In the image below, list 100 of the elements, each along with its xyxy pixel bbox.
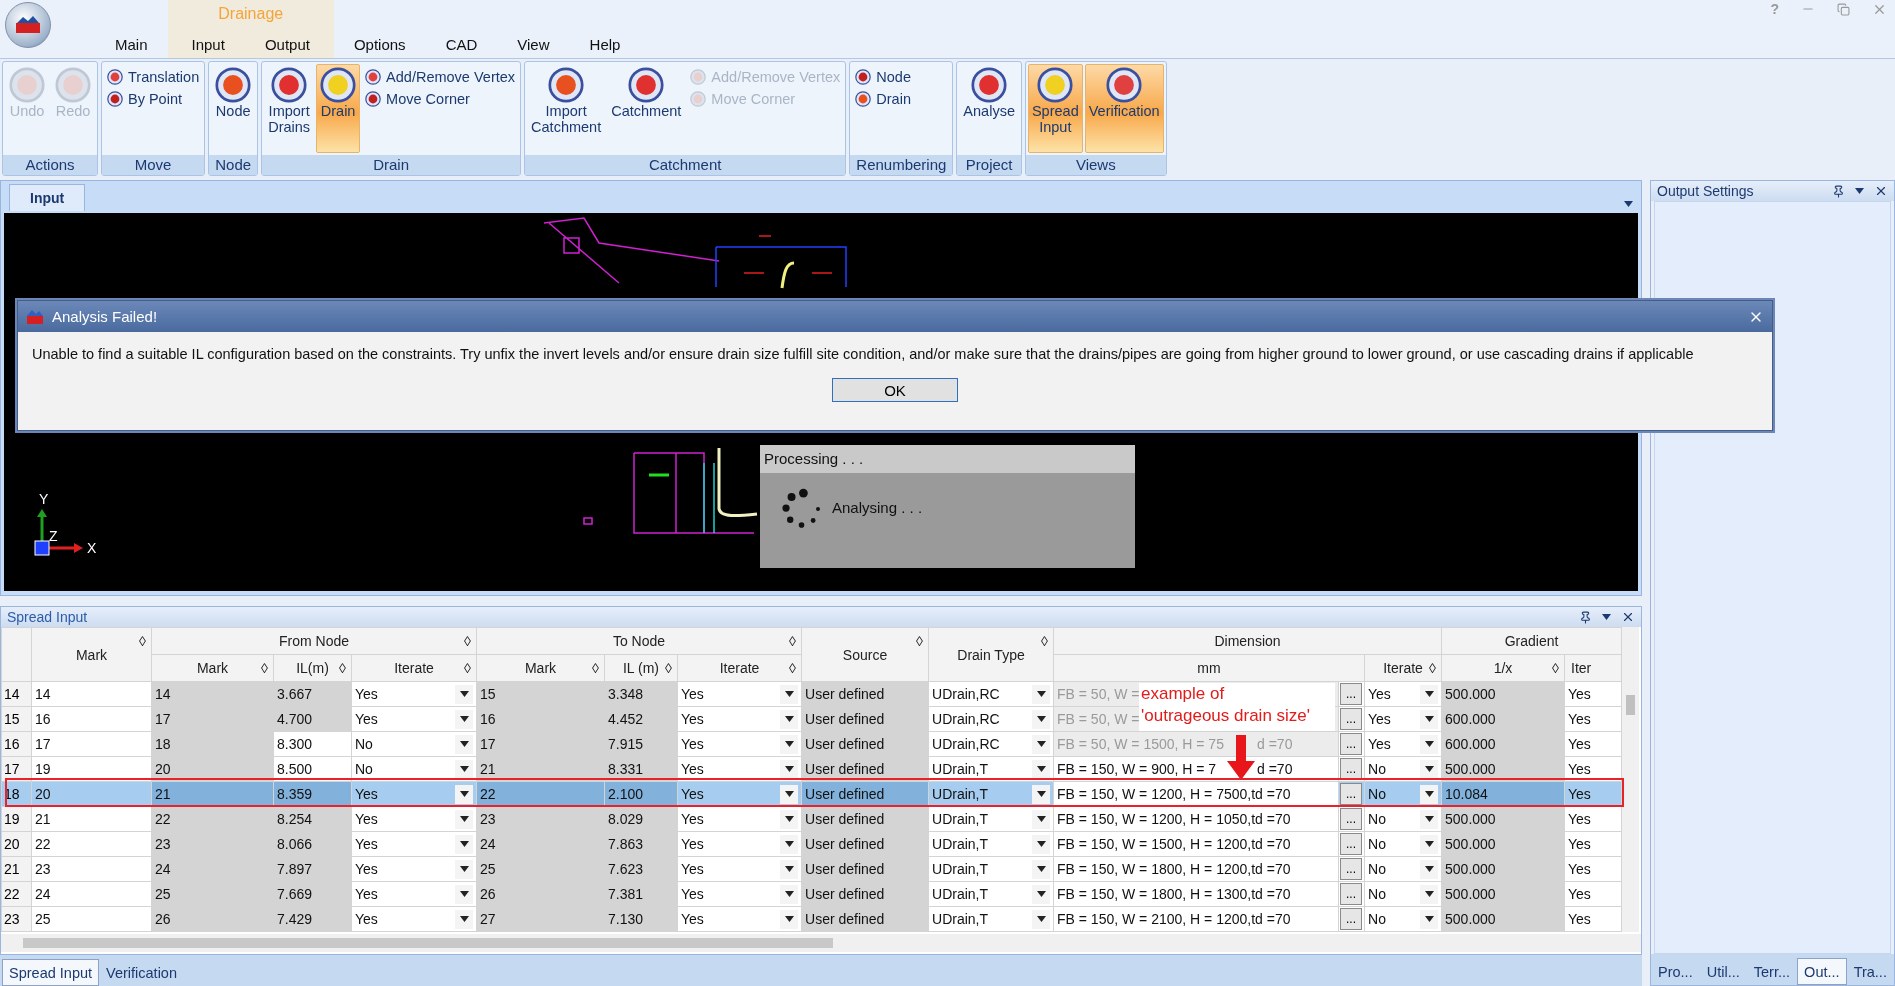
sort-indicator[interactable]: ◊ xyxy=(789,660,796,677)
column-header[interactable]: Mark ◊ xyxy=(476,654,605,682)
edit-button[interactable]: ... xyxy=(1340,808,1362,831)
row-header[interactable]: 14 xyxy=(1,681,32,707)
dropdown-cell[interactable]: Yes xyxy=(677,706,802,732)
sort-indicator[interactable]: ◊ xyxy=(464,633,471,650)
edit-button[interactable]: ... xyxy=(1340,683,1362,706)
ribbon-button[interactable]: Catchment xyxy=(607,64,686,153)
column-header[interactable]: Source ◊ xyxy=(801,627,929,682)
ribbon-button[interactable]: Spread Input xyxy=(1027,64,1083,153)
dropdown-cell[interactable]: Yes xyxy=(351,806,477,832)
sort-indicator[interactable]: ◊ xyxy=(464,660,471,677)
dropdown-button[interactable] xyxy=(780,759,798,779)
menu-tab[interactable]: Options xyxy=(333,36,426,58)
dropdown-cell[interactable]: Yes xyxy=(677,731,802,757)
dropdown-button[interactable] xyxy=(455,884,473,904)
dropdown-button[interactable] xyxy=(1032,684,1050,704)
column-header[interactable]: 1/x ◊ xyxy=(1441,654,1565,682)
panel-tab[interactable]: Terr... xyxy=(1746,958,1798,985)
dropdown-button[interactable] xyxy=(1032,784,1050,804)
panel-tab[interactable]: Verification xyxy=(99,959,184,986)
dropdown-cell[interactable]: Yes xyxy=(677,681,802,707)
ok-button[interactable]: OK xyxy=(832,378,958,402)
dropdown-button[interactable] xyxy=(1032,709,1050,729)
sort-indicator[interactable]: ◊ xyxy=(139,633,146,650)
ribbon-button[interactable]: Translation xyxy=(104,68,203,86)
dropdown-cell[interactable]: UDrain,T xyxy=(928,806,1054,832)
ribbon-button[interactable]: Node xyxy=(211,64,256,153)
column-header[interactable]: Iterate ◊ xyxy=(677,654,802,682)
dropdown-button[interactable] xyxy=(455,709,473,729)
app-logo[interactable] xyxy=(5,2,51,48)
edit-button[interactable]: ... xyxy=(1340,858,1362,881)
dropdown-button[interactable] xyxy=(1032,909,1050,929)
panel-tab[interactable]: Out... xyxy=(1797,958,1847,985)
column-header[interactable]: Iterate ◊ xyxy=(351,654,477,682)
horizontal-scrollbar[interactable] xyxy=(1,934,1641,953)
dropdown-button[interactable] xyxy=(780,884,798,904)
column-header[interactable]: IL (m) ◊ xyxy=(604,654,678,682)
dropdown-cell[interactable]: Yes xyxy=(677,906,802,932)
dropdown-button[interactable] xyxy=(455,809,473,829)
dropdown-cell[interactable]: Yes xyxy=(351,881,477,907)
dropdown-button[interactable] xyxy=(455,784,473,804)
menu-tab[interactable]: Output xyxy=(244,36,330,58)
dropdown-button[interactable] xyxy=(1420,834,1439,854)
row-header[interactable]: 21 xyxy=(1,856,32,882)
ribbon-button[interactable]: Add/Remove Vertex xyxy=(362,68,519,86)
edit-button[interactable]: ... xyxy=(1340,708,1362,731)
dropdown-button[interactable] xyxy=(780,859,798,879)
dropdown-button[interactable] xyxy=(1420,859,1439,879)
dropdown-button[interactable] xyxy=(1032,809,1050,829)
ribbon-button[interactable]: By Point xyxy=(104,90,203,108)
row-header[interactable]: 16 xyxy=(1,731,32,757)
dropdown-button[interactable] xyxy=(1420,809,1439,829)
ribbon-button[interactable]: Drain xyxy=(852,90,914,108)
dropdown-button[interactable] xyxy=(455,734,473,754)
row-header[interactable]: 22 xyxy=(1,881,32,907)
dropdown-button[interactable] xyxy=(455,759,473,779)
dropdown-cell[interactable]: Yes xyxy=(351,706,477,732)
ribbon-button[interactable]: Import Drains xyxy=(264,64,315,153)
dropdown-button[interactable] xyxy=(1032,834,1050,854)
dropdown-button[interactable] xyxy=(455,859,473,879)
document-tab[interactable]: Input xyxy=(9,184,86,211)
dropdown-button[interactable] xyxy=(1420,759,1439,779)
column-header[interactable]: IL(m) ◊ xyxy=(273,654,352,682)
dropdown-button[interactable] xyxy=(1420,734,1439,754)
panel-tab[interactable]: Spread Input xyxy=(2,959,100,986)
dropdown-cell[interactable]: Yes xyxy=(351,831,477,857)
dropdown-cell[interactable]: Yes xyxy=(677,831,802,857)
dropdown-button[interactable] xyxy=(1420,709,1439,729)
dropdown-icon[interactable] xyxy=(1602,614,1611,621)
sort-indicator[interactable]: ◊ xyxy=(1041,633,1048,650)
dropdown-button[interactable] xyxy=(1420,784,1439,804)
dropdown-button[interactable] xyxy=(455,684,473,704)
dropdown-button[interactable] xyxy=(455,834,473,854)
sort-indicator[interactable]: ◊ xyxy=(339,660,346,677)
row-header[interactable]: 15 xyxy=(1,706,32,732)
dropdown-button[interactable] xyxy=(780,734,798,754)
dropdown-cell[interactable]: Yes xyxy=(677,856,802,882)
dropdown-button[interactable] xyxy=(1032,734,1050,754)
column-header[interactable]: Iterate ◊ xyxy=(1364,654,1442,682)
dropdown-button[interactable] xyxy=(780,809,798,829)
sort-indicator[interactable]: ◊ xyxy=(592,660,599,677)
menu-tab[interactable]: Main xyxy=(95,36,168,58)
dropdown-button[interactable] xyxy=(455,909,473,929)
dropdown-cell[interactable]: Yes xyxy=(351,906,477,932)
ribbon-button[interactable]: Node xyxy=(852,68,914,86)
row-header[interactable]: 20 xyxy=(1,831,32,857)
dropdown-button[interactable] xyxy=(1420,884,1439,904)
dropdown-button[interactable] xyxy=(1032,859,1050,879)
ribbon-button[interactable]: Move Corner xyxy=(362,90,519,108)
edit-button[interactable]: ... xyxy=(1340,833,1362,856)
dropdown-cell[interactable]: UDrain,T xyxy=(928,856,1054,882)
ribbon-button[interactable]: Verification xyxy=(1084,64,1164,153)
dropdown-button[interactable] xyxy=(780,709,798,729)
dropdown-cell[interactable]: UDrain,T xyxy=(928,881,1054,907)
panel-tab[interactable]: Tra... xyxy=(1846,958,1894,985)
edit-button[interactable]: ... xyxy=(1340,908,1362,931)
dropdown-cell[interactable]: UDrain,RC xyxy=(928,731,1054,757)
dropdown-cell[interactable]: UDrain,T xyxy=(928,906,1054,932)
edit-button[interactable]: ... xyxy=(1340,758,1362,781)
